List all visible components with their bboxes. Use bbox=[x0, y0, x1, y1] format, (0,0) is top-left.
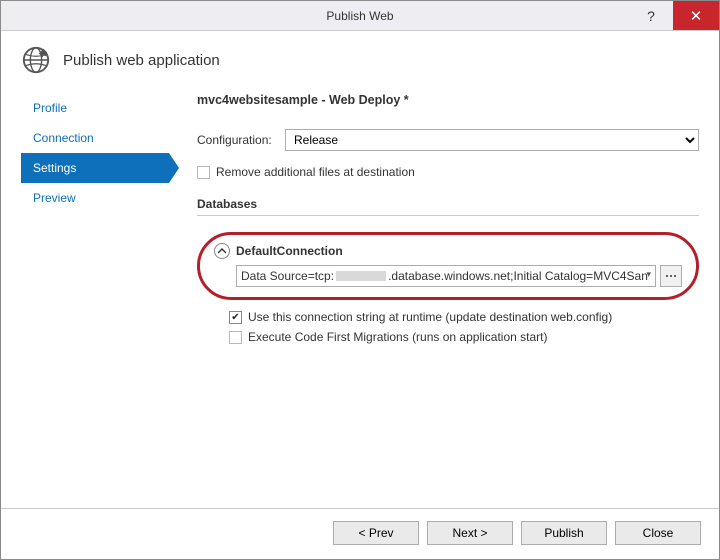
window-title: Publish Web bbox=[1, 9, 719, 23]
publish-button[interactable]: Publish bbox=[521, 521, 607, 545]
default-connection-label: DefaultConnection bbox=[236, 244, 343, 258]
configuration-label: Configuration: bbox=[197, 133, 285, 147]
conn-suffix: .database.windows.net;Initial Catalog=MV… bbox=[388, 269, 648, 283]
sidebar-item-settings[interactable]: Settings bbox=[21, 153, 169, 183]
sidebar-item-connection[interactable]: Connection bbox=[21, 123, 169, 153]
settings-panel: mvc4websitesample - Web Deploy * Configu… bbox=[169, 93, 699, 498]
wizard-sidebar: Profile Connection Settings Preview bbox=[21, 93, 169, 498]
configuration-row: Configuration: Release bbox=[197, 129, 699, 151]
use-connstring-row: ✔ Use this connection string at runtime … bbox=[229, 310, 699, 324]
prev-button[interactable]: < Prev bbox=[333, 521, 419, 545]
configuration-select[interactable]: Release bbox=[285, 129, 699, 151]
globe-icon bbox=[21, 45, 51, 75]
migrations-label: Execute Code First Migrations (runs on a… bbox=[248, 330, 547, 344]
migrations-checkbox[interactable] bbox=[229, 331, 242, 344]
default-connection-header: DefaultConnection bbox=[214, 243, 682, 259]
use-connstring-label: Use this connection string at runtime (u… bbox=[248, 310, 612, 324]
dialog-header: Publish web application bbox=[1, 31, 719, 93]
dialog-title: Publish web application bbox=[63, 52, 220, 69]
remove-files-row: Remove additional files at destination bbox=[197, 165, 699, 179]
migrations-row: Execute Code First Migrations (runs on a… bbox=[229, 330, 699, 344]
conn-prefix: Data Source=tcp: bbox=[241, 269, 334, 283]
connection-browse-button[interactable] bbox=[660, 265, 682, 287]
redacted-server bbox=[336, 271, 386, 281]
chevron-down-icon: ▾ bbox=[646, 269, 651, 280]
dialog-footer: < Prev Next > Publish Close bbox=[1, 508, 719, 559]
close-button[interactable]: Close bbox=[615, 521, 701, 545]
next-button[interactable]: Next > bbox=[427, 521, 513, 545]
remove-files-checkbox[interactable] bbox=[197, 166, 210, 179]
use-connstring-checkbox[interactable]: ✔ bbox=[229, 311, 242, 324]
connection-options: ✔ Use this connection string at runtime … bbox=[197, 310, 699, 344]
connection-string-row: Data Source=tcp: .database.windows.net;I… bbox=[214, 265, 682, 287]
sidebar-item-preview[interactable]: Preview bbox=[21, 183, 169, 213]
help-button[interactable]: ? bbox=[629, 1, 673, 30]
close-window-button[interactable]: ✕ bbox=[673, 1, 719, 30]
remove-files-label: Remove additional files at destination bbox=[216, 165, 415, 179]
dialog-body: Profile Connection Settings Preview mvc4… bbox=[1, 93, 719, 508]
window-controls: ? ✕ bbox=[629, 1, 719, 30]
page-title: mvc4websitesample - Web Deploy * bbox=[197, 93, 699, 107]
collapse-icon[interactable] bbox=[214, 243, 230, 259]
databases-header: Databases bbox=[197, 197, 699, 216]
default-connection-group: DefaultConnection Data Source=tcp: .data… bbox=[197, 232, 699, 300]
sidebar-item-profile[interactable]: Profile bbox=[21, 93, 169, 123]
title-bar: Publish Web ? ✕ bbox=[1, 1, 719, 31]
connection-string-combo[interactable]: Data Source=tcp: .database.windows.net;I… bbox=[236, 265, 656, 287]
